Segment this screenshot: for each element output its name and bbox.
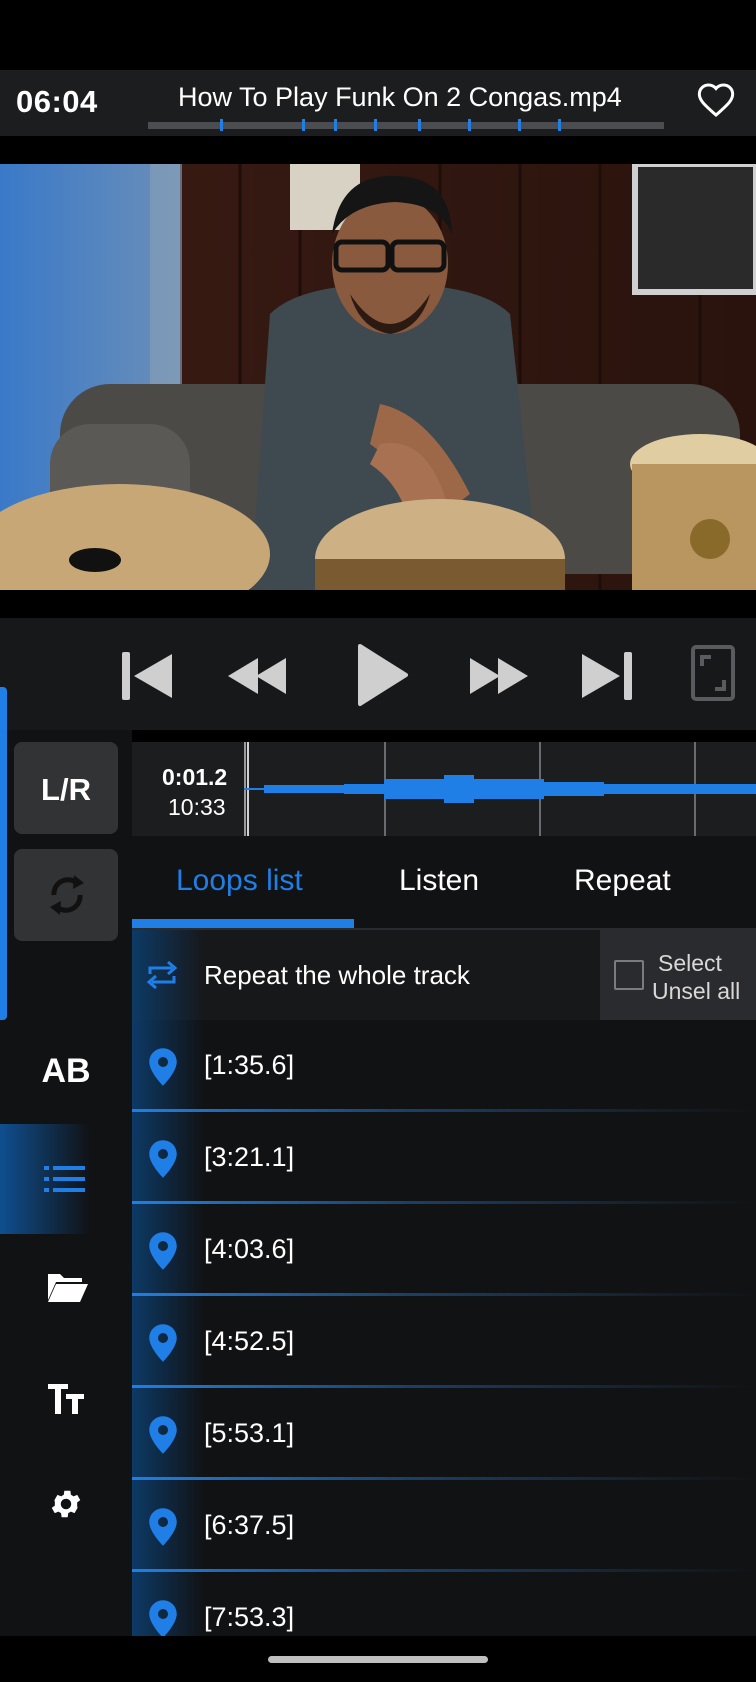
- loop-item[interactable]: [6:37.5]: [132, 1480, 756, 1572]
- loop-label: [6:37.5]: [204, 1510, 295, 1540]
- location-pin-icon: [148, 1140, 178, 1178]
- tab-loops-list[interactable]: Loops list: [176, 864, 303, 898]
- loop-marker: [374, 119, 377, 131]
- system-nav-bar: [0, 1636, 756, 1682]
- loop-label: [4:03.6]: [204, 1234, 295, 1264]
- waveform-panel[interactable]: 0:01.2 10:33: [132, 742, 756, 836]
- loop-item[interactable]: [3:21.1]: [132, 1112, 756, 1204]
- loop-item[interactable]: [5:53.1]: [132, 1388, 756, 1480]
- loop-marker: [302, 119, 305, 131]
- skip-next-icon[interactable]: [578, 648, 638, 704]
- play-icon[interactable]: [354, 642, 410, 708]
- transport-controls: [0, 618, 756, 730]
- list-tab-active[interactable]: [0, 1124, 90, 1234]
- select-all-checkbox[interactable]: [614, 960, 644, 990]
- folder-open-icon[interactable]: [46, 1270, 90, 1304]
- loop-marker: [220, 119, 223, 131]
- active-tab-indicator: [132, 919, 354, 928]
- loop-marker: [518, 119, 521, 131]
- repeat-cycle-icon: [44, 871, 90, 919]
- repeat-whole-track-label: Repeat the whole track: [204, 960, 470, 990]
- location-pin-icon: [148, 1048, 178, 1086]
- skip-previous-icon[interactable]: [116, 648, 176, 704]
- loop-marker: [558, 119, 561, 131]
- location-pin-icon: [148, 1324, 178, 1362]
- loop-label: [7:53.3]: [204, 1602, 295, 1632]
- loop-toggle-button[interactable]: [14, 849, 118, 941]
- loop-item[interactable]: [7:53.3]: [132, 1572, 756, 1636]
- side-rail: L/R AB: [0, 730, 132, 1682]
- gear-icon[interactable]: [48, 1486, 84, 1522]
- loop-label: [1:35.6]: [204, 1050, 295, 1080]
- fullscreen-icon[interactable]: [690, 644, 736, 702]
- loops-list: [1:35.6] [3:21.1] [4:03.6] [4:52.5] [5:5…: [132, 1020, 756, 1636]
- loop-marker: [418, 119, 421, 131]
- video-frame[interactable]: [0, 164, 756, 590]
- lr-label: L/R: [41, 772, 91, 807]
- loop-label: [5:53.1]: [204, 1418, 295, 1448]
- track-title[interactable]: How To Play Funk On 2 Congas.mp4: [150, 82, 708, 113]
- waveform-current-time: 0:01.2: [162, 764, 228, 790]
- waveform-graph: [244, 742, 756, 836]
- loop-tabs: Loops list Listen Repeat: [132, 836, 756, 930]
- current-time: 06:04: [16, 84, 98, 119]
- waveform-total-time: 10:33: [168, 794, 226, 820]
- location-pin-icon: [148, 1508, 178, 1546]
- loop-marker: [468, 119, 471, 131]
- location-pin-icon: [148, 1416, 178, 1454]
- loop-markers-bar[interactable]: [148, 119, 664, 131]
- ab-loop-button[interactable]: AB: [0, 1052, 132, 1091]
- loop-item[interactable]: [1:35.6]: [132, 1020, 756, 1112]
- select-label: Select: [658, 950, 722, 976]
- location-pin-icon: [148, 1232, 178, 1270]
- heart-icon[interactable]: [696, 80, 736, 120]
- loop-marker: [334, 119, 337, 131]
- repeat-whole-track-row[interactable]: Repeat the whole track Select Unsel all: [132, 930, 756, 1020]
- rewind-icon[interactable]: [224, 648, 286, 704]
- top-header: 06:04 How To Play Funk On 2 Congas.mp4: [0, 70, 756, 136]
- select-all-toggle[interactable]: Select Unsel all: [600, 930, 756, 1020]
- loop-label: [4:52.5]: [204, 1326, 295, 1356]
- unselect-all-label: Unsel all: [652, 978, 741, 1004]
- loop-item[interactable]: [4:52.5]: [132, 1296, 756, 1388]
- rail-accent-bar: [0, 687, 7, 1020]
- fast-forward-icon[interactable]: [468, 648, 528, 704]
- tab-listen[interactable]: Listen: [399, 864, 479, 898]
- tab-repeat[interactable]: Repeat: [574, 864, 671, 898]
- list-icon: [44, 1162, 86, 1196]
- loop-label: [3:21.1]: [204, 1142, 295, 1172]
- lr-channel-button[interactable]: L/R: [14, 742, 118, 834]
- loop-item[interactable]: [4:03.6]: [132, 1204, 756, 1296]
- repeat-icon: [146, 958, 178, 992]
- location-pin-icon: [148, 1600, 178, 1636]
- text-size-icon[interactable]: [46, 1380, 86, 1416]
- home-indicator[interactable]: [268, 1656, 488, 1663]
